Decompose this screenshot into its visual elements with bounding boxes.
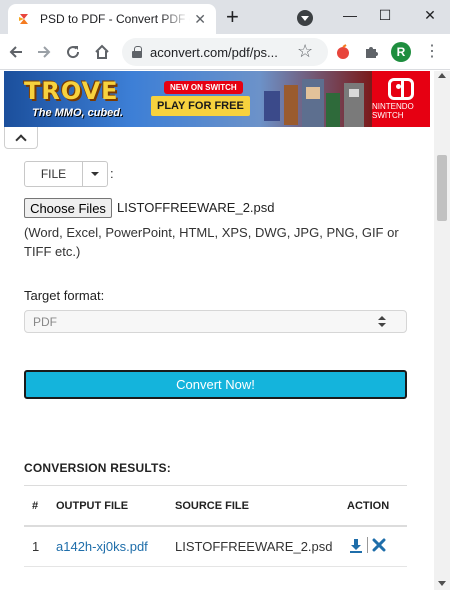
back-icon[interactable] [6, 42, 26, 62]
nintendo-switch-icon [388, 78, 414, 100]
file-source-label: FILE [25, 162, 83, 186]
maximize-button[interactable]: ☐ [365, 0, 405, 30]
game-characters-image [264, 79, 364, 127]
new-tab-button[interactable]: + [226, 6, 239, 28]
source-file-name: LISTOFFREEWARE_2.psd [175, 539, 333, 554]
results-table: # OUTPUT FILE SOURCE FILE ACTION 1 a142h… [24, 485, 407, 567]
caret-down-icon [91, 172, 99, 176]
chevron-up-icon [15, 134, 27, 146]
choose-files-button[interactable]: Choose Files [24, 198, 112, 218]
results-table-header: # OUTPUT FILE SOURCE FILE ACTION [24, 485, 407, 527]
conversion-results-title: CONVERSION RESULTS: [24, 461, 171, 475]
extensions-puzzle-icon[interactable] [362, 43, 380, 61]
column-header-action: ACTION [347, 500, 390, 512]
chosen-file-name: LISTOFFREEWARE_2.psd [117, 200, 275, 215]
new-on-switch-badge: NEW ON SWITCH [164, 81, 243, 94]
file-colon: : [110, 166, 114, 181]
trove-tagline: The MMO, cubed. [32, 107, 124, 119]
ad-banner[interactable]: TROVE The MMO, cubed. NEW ON SWITCH PLAY… [4, 71, 430, 127]
nintendo-switch-label: NINTENDO SWITCH [372, 102, 414, 120]
download-icon[interactable] [348, 537, 364, 553]
play-for-free-button[interactable]: PLAY FOR FREE [151, 96, 250, 116]
collapse-banner-button[interactable] [4, 127, 38, 149]
file-source-caret[interactable] [83, 162, 107, 186]
page-content: TROVE The MMO, cubed. NEW ON SWITCH PLAY… [0, 71, 434, 590]
trove-logo: TROVE [24, 77, 119, 105]
close-tab-icon[interactable]: ✕ [194, 11, 206, 27]
page-scrollbar[interactable] [434, 71, 450, 590]
lock-icon[interactable] [132, 46, 142, 58]
url-text: aconvert.com/pdf/ps... [150, 44, 278, 60]
table-row: 1 a142h-xj0ks.pdf LISTOFFREEWARE_2.psd [24, 527, 407, 567]
action-separator [367, 537, 368, 553]
select-arrows-icon [378, 316, 386, 328]
scroll-down-icon[interactable] [438, 581, 446, 586]
aconvert-favicon-icon [19, 14, 28, 24]
target-format-label: Target format: [24, 288, 105, 303]
target-format-value: PDF [33, 314, 57, 329]
reload-icon[interactable] [63, 42, 83, 62]
convert-now-button[interactable]: Convert Now! [24, 370, 407, 399]
window-close-button[interactable]: ✕ [410, 0, 450, 30]
minimize-button[interactable]: — [330, 0, 370, 30]
tab-title: PSD to PDF - Convert PDF online [40, 12, 190, 26]
profile-avatar[interactable]: R [391, 42, 411, 62]
browser-tab[interactable]: PSD to PDF - Convert PDF online ✕ [8, 4, 216, 34]
scrollbar-thumb[interactable] [437, 155, 447, 221]
bookmark-star-icon[interactable]: ☆ [297, 41, 313, 62]
browser-menu-icon[interactable]: ⋮ [424, 42, 440, 62]
file-source-dropdown[interactable]: FILE [24, 161, 108, 187]
column-header-output-file: OUTPUT FILE [56, 500, 129, 512]
extension-icon[interactable] [334, 43, 352, 61]
column-header-source-file: SOURCE FILE [175, 500, 249, 512]
delete-icon[interactable] [371, 537, 387, 553]
column-header-index: # [32, 500, 39, 512]
browser-titlebar: PSD to PDF - Convert PDF online ✕ + — ☐ … [0, 0, 450, 34]
row-index: 1 [32, 539, 40, 554]
browser-toolbar: aconvert.com/pdf/ps... ☆ R ⋮ [0, 34, 450, 70]
tab-search-icon[interactable] [297, 10, 313, 26]
output-file-link[interactable]: a142h-xj0ks.pdf [56, 539, 148, 554]
target-format-select[interactable]: PDF [24, 310, 407, 333]
row-actions [348, 537, 387, 553]
scroll-up-icon[interactable] [438, 73, 446, 78]
supported-formats-note: (Word, Excel, PowerPoint, HTML, XPS, DWG… [24, 225, 399, 259]
nintendo-switch-area: NINTENDO SWITCH [372, 71, 430, 127]
home-icon[interactable] [92, 42, 112, 62]
forward-icon[interactable] [34, 42, 54, 62]
